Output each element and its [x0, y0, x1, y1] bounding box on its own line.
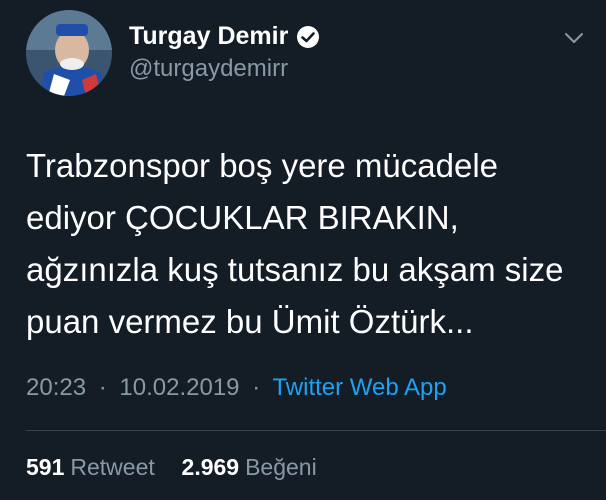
divider	[26, 430, 606, 431]
author-name-row[interactable]: Turgay Demir	[129, 22, 320, 51]
tweet-date[interactable]: 10.02.2019	[119, 374, 239, 401]
like-count: 2.969	[181, 454, 240, 480]
meta-separator: ·	[252, 374, 261, 401]
tweet-time[interactable]: 20:23	[26, 374, 86, 401]
meta-separator: ·	[98, 374, 107, 401]
retweet-count: 591	[26, 454, 65, 480]
tweet-meta: 20:23 · 10.02.2019 · Twitter Web App	[26, 374, 447, 402]
chevron-down-icon[interactable]	[562, 30, 586, 46]
tweet-text: Trabzonspor boş yere mücadele ediyor ÇOC…	[26, 140, 586, 348]
like-stat[interactable]: 2.969 Beğeni	[182, 454, 317, 480]
retweet-label: Retweet	[70, 454, 155, 480]
tweet-text-line: ediyor ÇOCUKLAR BIRAKIN,	[26, 199, 459, 236]
retweet-stat[interactable]: 591 Retweet	[26, 454, 161, 480]
author-handle[interactable]: @turgaydemirr	[129, 55, 288, 83]
author-name[interactable]: Turgay Demir	[129, 22, 288, 51]
tweet-text-line: puan vermez bu Ümit Öztürk...	[26, 303, 474, 340]
tweet-card: Turgay Demir @turgaydemirr Trabzonspor b…	[0, 0, 606, 500]
verified-badge-icon	[296, 25, 320, 49]
tweet-source-link[interactable]: Twitter Web App	[272, 374, 446, 401]
tweet-stats: 591 Retweet 2.969 Beğeni	[26, 454, 317, 481]
like-label: Beğeni	[245, 454, 317, 480]
avatar[interactable]	[26, 10, 112, 96]
tweet-text-line: ağzınızla kuş tutsanız bu akşam size	[26, 251, 564, 288]
tweet-text-line: Trabzonspor boş yere mücadele	[26, 147, 499, 184]
